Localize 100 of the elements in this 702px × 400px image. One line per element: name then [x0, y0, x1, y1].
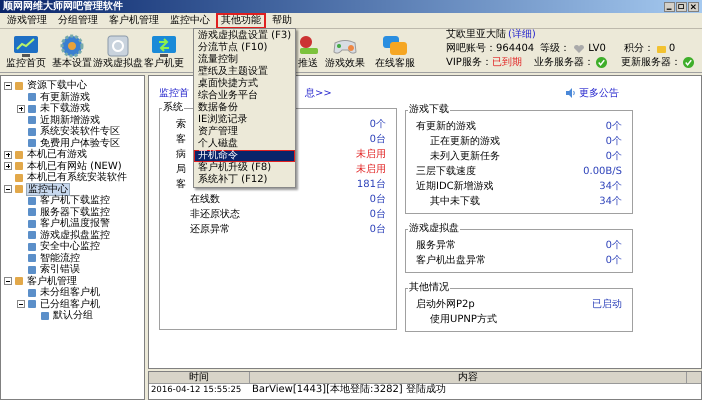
- tree-item[interactable]: 资源下载中心: [26, 80, 88, 92]
- node-icon: [14, 161, 24, 172]
- server-label: 更新服务器：: [620, 56, 681, 69]
- tree-item[interactable]: 本机已有系统安装软件: [26, 172, 128, 184]
- stat-value: 0台: [370, 208, 386, 222]
- dropdown-item[interactable]: 壁纸及主题设置: [194, 66, 295, 78]
- header-link[interactable]: 监控首: [159, 86, 189, 100]
- tree-item[interactable]: 系统安装软件专区: [39, 126, 121, 138]
- minimize-icon[interactable]: [664, 2, 675, 12]
- tree-item[interactable]: 免费用户体验专区: [39, 138, 121, 149]
- maximize-icon[interactable]: [676, 2, 687, 12]
- tree-item[interactable]: 安全中心监控: [39, 241, 101, 252]
- collapse-toggle[interactable]: [17, 300, 25, 308]
- announcement-link[interactable]: 更多公告: [579, 86, 619, 100]
- menu-item[interactable]: 监控中心: [165, 12, 215, 28]
- tree-item[interactable]: 客户机管理: [26, 276, 78, 287]
- server-label: 业务服务器：: [534, 56, 594, 69]
- collapse-toggle[interactable]: [4, 185, 12, 194]
- level-value: LV0: [588, 42, 606, 55]
- dropdown-item[interactable]: 综合业务平台: [194, 90, 295, 102]
- tree-item[interactable]: 服务器下载监控: [39, 206, 111, 218]
- chat-bubbles-icon: [382, 34, 408, 58]
- dropdown-item[interactable]: 系统补丁 (F12): [194, 174, 295, 186]
- tree-item[interactable]: 未下载游戏: [39, 103, 91, 114]
- stat-value: 0个: [606, 120, 622, 134]
- node-icon: [27, 104, 37, 114]
- stat-value: 未启用: [356, 162, 386, 177]
- toolbar-button[interactable]: 基本设置: [50, 34, 94, 70]
- stat-value: 0个: [370, 118, 386, 132]
- tree-item[interactable]: 近期新增游戏: [39, 114, 101, 126]
- collapse-toggle[interactable]: [4, 82, 12, 90]
- points-label: 积分：: [624, 42, 654, 55]
- stat-label: 正在更新的游戏: [430, 134, 500, 149]
- menu-item[interactable]: 帮助: [267, 12, 297, 28]
- node-icon: [14, 184, 24, 194]
- toolbar-button[interactable]: 游戏效果: [322, 34, 368, 70]
- dropdown-item[interactable]: IE浏览记录: [194, 114, 295, 126]
- tree-item[interactable]: 已分组客户机: [39, 298, 101, 310]
- collapse-toggle[interactable]: [4, 277, 12, 286]
- close-icon[interactable]: [688, 2, 699, 12]
- expand-toggle[interactable]: [17, 104, 25, 113]
- dropdown-item[interactable]: 资产管理: [194, 126, 295, 138]
- node-icon: [27, 218, 37, 229]
- stat-label: 索: [176, 118, 186, 132]
- column-header[interactable]: 时间: [149, 372, 250, 383]
- stat-label: 非还原状态: [190, 208, 240, 222]
- stat-label: 三层下载速度: [416, 164, 476, 179]
- detail-link[interactable]: (详细): [508, 28, 536, 41]
- menu-item[interactable]: 游戏管理: [2, 12, 52, 28]
- table-cell-text: 2016-04-12 15:55:25: [150, 384, 242, 396]
- stat-value: 未启用: [356, 148, 386, 162]
- expand-toggle[interactable]: [4, 150, 12, 159]
- stat-label: 有更新的游戏: [416, 120, 476, 134]
- stat-label: 近期IDC新增游戏: [416, 180, 494, 194]
- table-cell-text: BarView[1443][本地登陆:3282] 登陆成功: [251, 384, 446, 396]
- group-legend: 其他情况: [408, 282, 450, 294]
- tree-item[interactable]: 有更新游戏: [39, 92, 91, 103]
- tree-item[interactable]: 索引错误: [39, 264, 81, 276]
- tree-item[interactable]: 客户机下载监控: [39, 195, 111, 206]
- vip-label: VIP服务：: [446, 56, 492, 69]
- tree-item[interactable]: 默认分组: [52, 310, 94, 322]
- dropdown-item[interactable]: 数据备份: [194, 102, 295, 114]
- stat-label: 使用UPNP方式: [430, 312, 497, 327]
- menu-item[interactable]: 分组管理: [53, 12, 103, 28]
- tree-item[interactable]: 本机已有游戏: [26, 149, 88, 160]
- node-icon: [27, 230, 37, 240]
- dropdown-item[interactable]: 开机命令: [194, 150, 295, 162]
- stat-label: 客户机出盘异常: [416, 254, 486, 268]
- chart-monitor-icon: [13, 34, 39, 58]
- toolbar-button[interactable]: 客户机更: [142, 34, 186, 70]
- dropdown-item[interactable]: 流量控制: [194, 54, 295, 66]
- stat-value: 0.00B/S: [583, 165, 622, 179]
- dropdown-item[interactable]: 分流节点 (F10): [194, 42, 295, 54]
- speaker-icon: [565, 88, 576, 98]
- dropdown-item[interactable]: 个人磁盘: [194, 138, 295, 150]
- stat-value: 0个: [606, 239, 622, 253]
- menu-item[interactable]: 客户机管理: [104, 12, 164, 28]
- toolbar-button[interactable]: 推送: [296, 34, 318, 70]
- stat-label: 客: [176, 132, 186, 147]
- tree-item[interactable]: 智能流控: [39, 252, 81, 264]
- node-icon: [27, 126, 37, 137]
- toolbar-button[interactable]: 监控首页: [4, 34, 48, 70]
- expand-toggle[interactable]: [4, 162, 12, 170]
- tree-item[interactable]: 监控中心: [26, 182, 70, 196]
- stat-label: 还原异常: [190, 222, 230, 237]
- account-name: 艾欧里亚大陆: [446, 28, 506, 41]
- tree-item[interactable]: 本机已有网站 (NEW): [26, 160, 123, 172]
- dropdown-item[interactable]: 桌面快捷方式: [194, 78, 295, 90]
- points-value: 0: [668, 42, 676, 55]
- group-legend: 游戏下载: [408, 104, 450, 116]
- monitor-arrows-icon: [151, 34, 177, 58]
- tree-item[interactable]: 客户机温度报警: [39, 218, 111, 230]
- header-link[interactable]: 息>>: [305, 86, 332, 100]
- tree-item[interactable]: 游戏虚拟盘监控: [39, 230, 111, 241]
- dropdown-item[interactable]: 游戏虚拟盘设置 (F3): [194, 30, 295, 42]
- node-icon: [27, 299, 37, 310]
- dropdown-item[interactable]: 客户机升级 (F8): [194, 162, 295, 174]
- toolbar-button[interactable]: 在线客服: [372, 34, 418, 70]
- tree-item[interactable]: 未分组客户机: [39, 287, 101, 298]
- level-label: 等级：: [540, 42, 570, 55]
